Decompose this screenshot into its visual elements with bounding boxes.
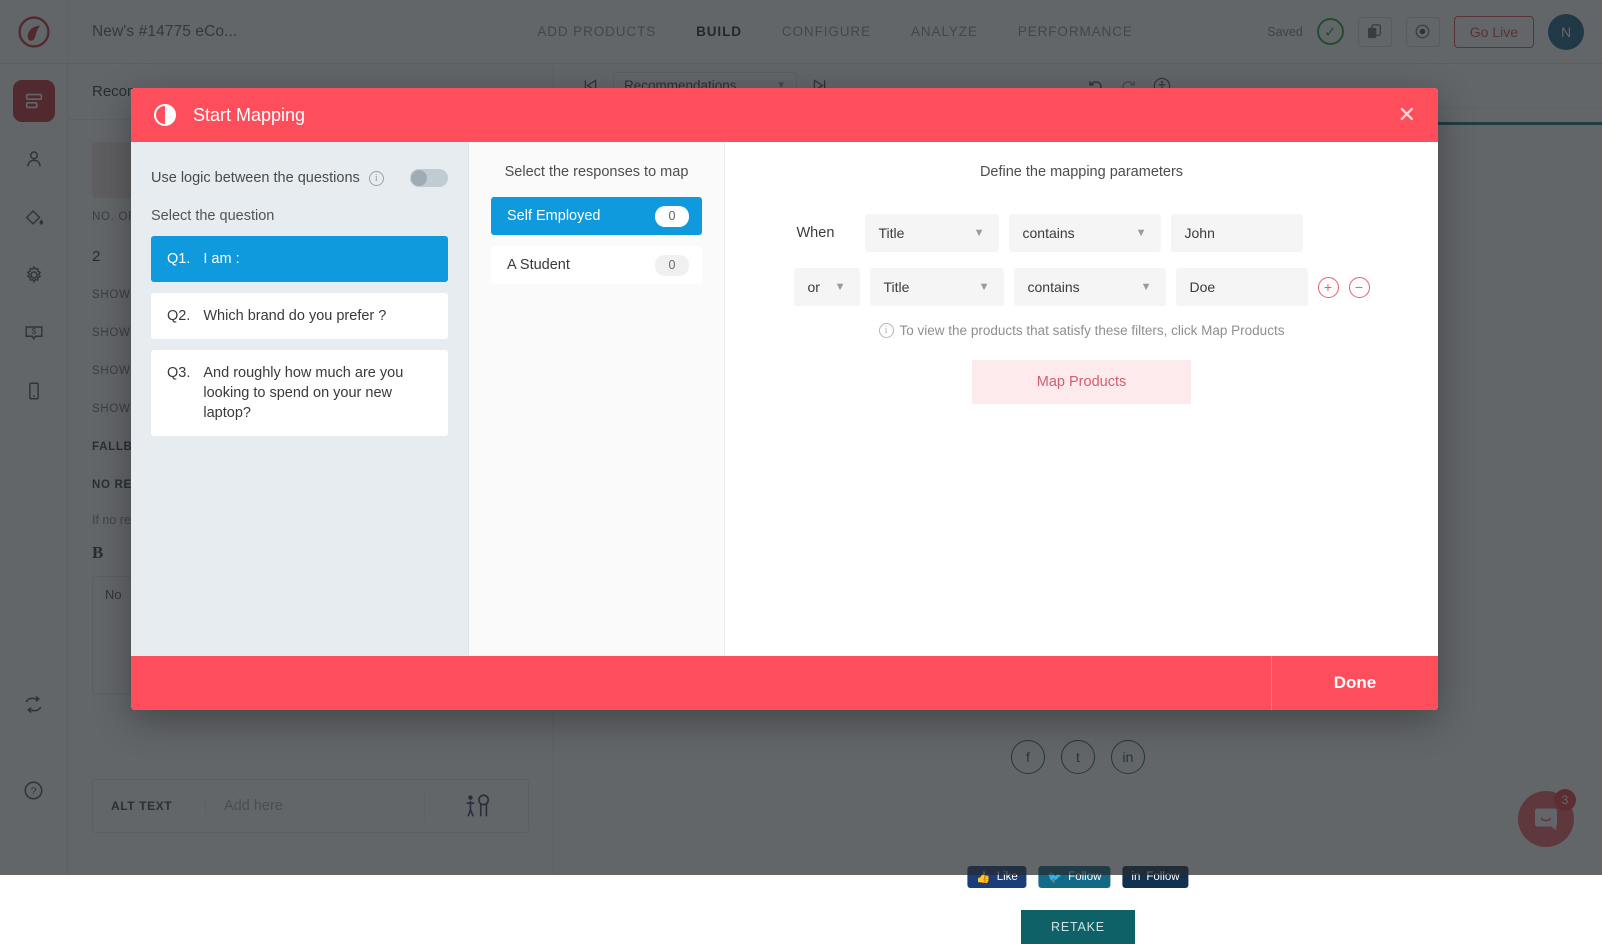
value-input-2[interactable]: Doe <box>1176 268 1308 306</box>
info-icon[interactable]: i <box>369 171 384 186</box>
retake-button[interactable]: RETAKE <box>1021 910 1135 944</box>
condition-row-1: When Title ▼ contains ▼ John <box>797 214 1367 252</box>
question-number: Q2. <box>167 306 190 326</box>
field-select-1-value: Title <box>879 225 905 241</box>
chevron-down-icon: ▼ <box>1141 281 1152 293</box>
chevron-down-icon: ▼ <box>1136 227 1147 239</box>
modal-header: Start Mapping ✕ <box>131 88 1438 142</box>
close-icon[interactable]: ✕ <box>1398 104 1416 126</box>
mapping-pane-title: Define the mapping parameters <box>765 164 1398 180</box>
questions-pane: Use logic between the questions i Select… <box>131 142 468 656</box>
question-item-q1[interactable]: Q1. I am : <box>151 236 448 282</box>
responses-pane: Select the responses to map Self Employe… <box>468 142 725 656</box>
use-logic-toggle[interactable] <box>410 169 448 187</box>
field-select-2-value: Title <box>884 279 910 295</box>
mapping-hint: i To view the products that satisfy thes… <box>765 323 1398 338</box>
condition-select-1[interactable]: contains ▼ <box>1009 214 1161 252</box>
response-item-a-student[interactable]: A Student 0 <box>491 246 702 284</box>
question-text: I am : <box>203 249 239 269</box>
mapping-hint-text: To view the products that satisfy these … <box>900 323 1285 338</box>
response-list: Self Employed 0 A Student 0 <box>491 197 702 284</box>
done-button[interactable]: Done <box>1271 656 1438 710</box>
question-item-q2[interactable]: Q2. Which brand do you prefer ? <box>151 293 448 339</box>
contrast-circle-icon <box>153 103 177 127</box>
question-text: And roughly how much are you looking to … <box>203 363 432 423</box>
question-text: Which brand do you prefer ? <box>203 306 386 326</box>
use-logic-label-group: Use logic between the questions i <box>151 170 384 186</box>
condition-select-2[interactable]: contains ▼ <box>1014 268 1166 306</box>
map-products-button[interactable]: Map Products <box>972 360 1191 404</box>
minus-circle-icon[interactable]: − <box>1349 277 1370 298</box>
mapping-parameters-pane: Define the mapping parameters When Title… <box>725 142 1438 656</box>
response-label: A Student <box>507 257 570 273</box>
modal-body: Use logic between the questions i Select… <box>131 142 1438 656</box>
question-number: Q1. <box>167 249 190 269</box>
chevron-down-icon: ▼ <box>835 281 846 293</box>
select-question-label: Select the question <box>151 208 448 224</box>
response-count-badge: 0 <box>655 206 689 227</box>
value-input-1[interactable]: John <box>1171 214 1303 252</box>
chevron-down-icon: ▼ <box>979 281 990 293</box>
condition-rows: When Title ▼ contains ▼ John or ▼ <box>765 214 1398 306</box>
question-item-q3[interactable]: Q3. And roughly how much are you looking… <box>151 350 448 436</box>
condition-select-2-value: contains <box>1028 279 1080 295</box>
when-label: When <box>797 225 855 241</box>
use-logic-row: Use logic between the questions i <box>151 164 448 192</box>
logic-operator-select-2[interactable]: or ▼ <box>794 268 860 306</box>
modal-footer: Done <box>131 656 1438 710</box>
chevron-down-icon: ▼ <box>974 227 985 239</box>
condition-row-2: or ▼ Title ▼ contains ▼ Doe + − <box>794 268 1370 306</box>
response-label: Self Employed <box>507 208 601 224</box>
start-mapping-modal: Start Mapping ✕ Use logic between the qu… <box>131 88 1438 710</box>
response-count-badge: 0 <box>655 255 689 276</box>
modal-title: Start Mapping <box>193 105 305 126</box>
condition-select-1-value: contains <box>1023 225 1075 241</box>
response-item-self-employed[interactable]: Self Employed 0 <box>491 197 702 235</box>
plus-circle-icon[interactable]: + <box>1318 277 1339 298</box>
field-select-1[interactable]: Title ▼ <box>865 214 999 252</box>
question-number: Q3. <box>167 363 190 423</box>
info-icon: i <box>879 323 894 338</box>
question-list: Q1. I am : Q2. Which brand do you prefer… <box>151 236 448 436</box>
field-select-2[interactable]: Title ▼ <box>870 268 1004 306</box>
logic-operator-value: or <box>808 279 820 295</box>
responses-pane-title: Select the responses to map <box>491 164 702 180</box>
use-logic-label: Use logic between the questions <box>151 170 360 186</box>
